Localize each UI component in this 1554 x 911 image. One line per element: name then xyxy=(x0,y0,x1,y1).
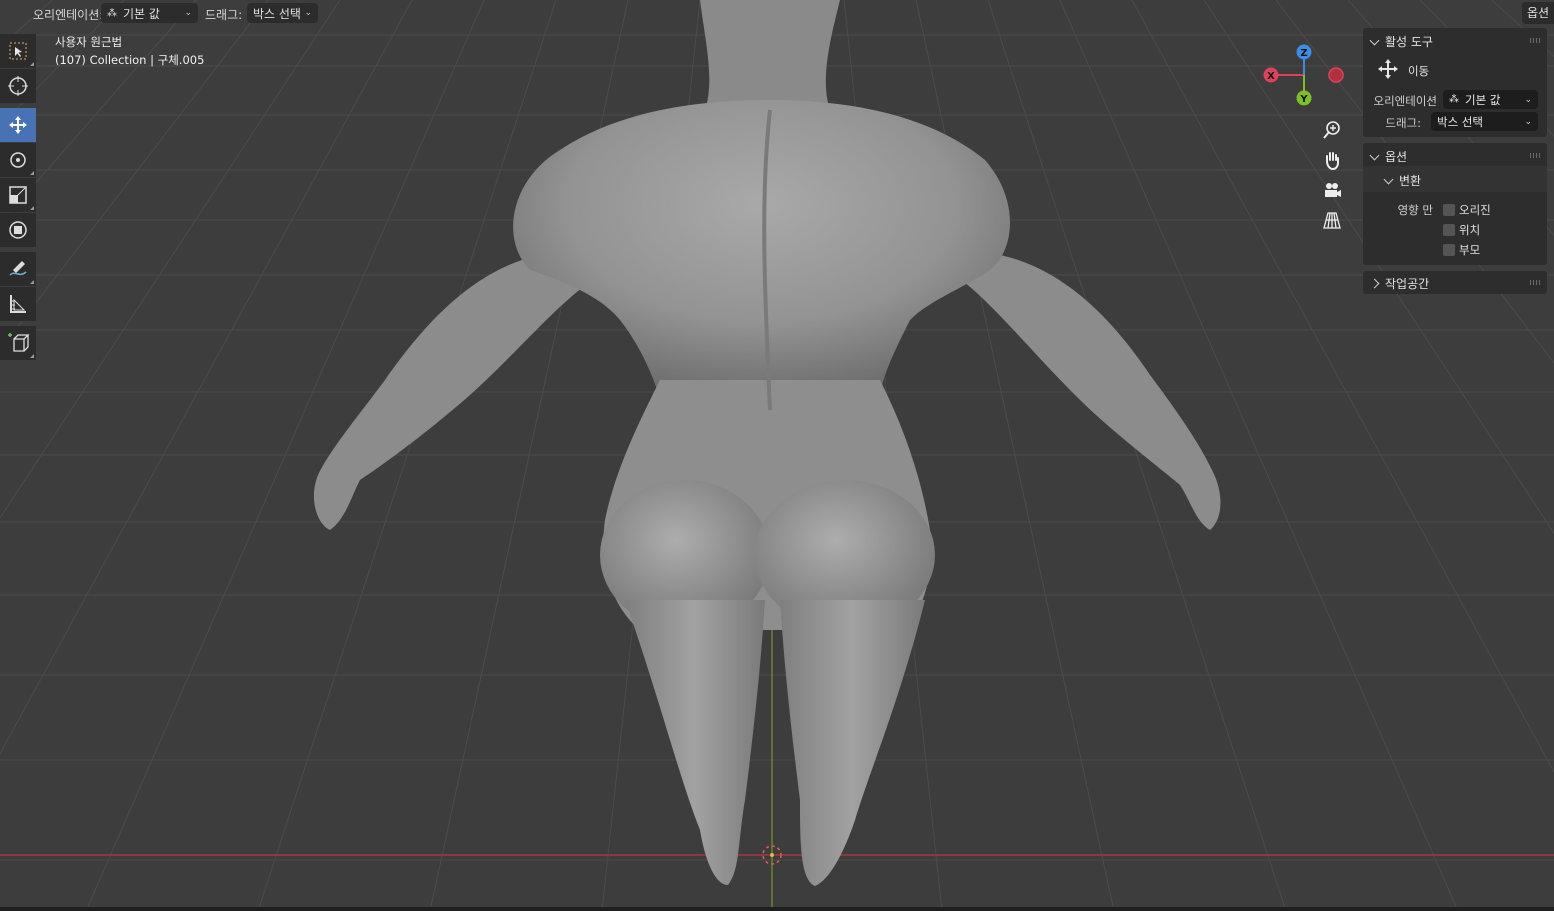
cursor-tool[interactable] xyxy=(0,69,36,103)
cursor-icon xyxy=(8,76,28,96)
chevron-down-icon: ⌄ xyxy=(184,8,192,18)
gizmo-z-label: Z xyxy=(1300,48,1307,59)
panel-drag-dropdown[interactable]: 박스 선택 ⌄ xyxy=(1431,112,1538,131)
location-checkbox-label: 위치 xyxy=(1459,223,1481,237)
zoom-button[interactable] xyxy=(1318,116,1346,144)
parent-checkbox-label: 부모 xyxy=(1459,243,1481,257)
options-panel: 옵션 변환 영향 만 오리진 위치 부모 xyxy=(1363,143,1547,265)
chevron-down-icon xyxy=(1383,174,1394,185)
transform-title: 변환 xyxy=(1399,174,1422,188)
scale-icon xyxy=(9,186,27,204)
options-title: 옵션 xyxy=(1385,150,1408,164)
gizmo-x-label: X xyxy=(1267,71,1275,82)
drag-label: 드래그: xyxy=(1385,116,1421,130)
drag-label: 드래그: xyxy=(205,8,243,22)
gizmo-y-label: Y xyxy=(1299,94,1308,105)
tool-header: 오리엔테이션: ⁂ 기본 값 ⌄ 드래그: 박스 선택 ⌄ 옵션 xyxy=(0,0,1554,26)
camera-button[interactable] xyxy=(1318,176,1346,204)
chevron-right-icon xyxy=(1369,278,1380,289)
camera-icon xyxy=(1325,183,1341,197)
body-mesh xyxy=(313,0,1221,886)
select-box-tool[interactable] xyxy=(0,34,36,68)
location-checkbox[interactable] xyxy=(1443,224,1455,236)
chevron-down-icon xyxy=(1369,35,1380,46)
grid-perspective-icon xyxy=(1323,212,1341,229)
object-info: (107) Collection | 구체.005 xyxy=(55,53,205,67)
options-button[interactable]: 옵션 xyxy=(1522,2,1554,24)
drag-dropdown[interactable]: 박스 선택 ⌄ xyxy=(247,3,318,23)
chevron-down-icon: ⌄ xyxy=(1524,94,1532,105)
workspace-header: 작업공간 xyxy=(1369,275,1430,292)
orientation-label: 오리엔테이션: xyxy=(33,8,104,22)
gizmo-neg-x-axis[interactable] xyxy=(1328,67,1344,83)
annotate-tool[interactable] xyxy=(0,252,36,286)
transform-tool[interactable] xyxy=(0,213,36,247)
workspace-panel[interactable]: 작업공간 xyxy=(1363,271,1547,294)
active-tool-name: 이동 xyxy=(1408,64,1430,78)
options-header[interactable]: 옵션 xyxy=(1369,148,1408,165)
select-box-icon xyxy=(9,42,27,60)
chevron-down-icon: ⌄ xyxy=(304,8,312,18)
origin-checkbox[interactable] xyxy=(1443,204,1455,216)
chevron-down-icon: ⌄ xyxy=(1524,116,1532,127)
pan-button[interactable] xyxy=(1318,146,1346,174)
hand-pan-icon xyxy=(1326,152,1339,170)
annotate-pencil-icon xyxy=(9,261,27,276)
navigation-gizmo[interactable]: Z X Y xyxy=(1260,42,1350,112)
workspace-title: 작업공간 xyxy=(1385,277,1430,291)
zoom-icon xyxy=(1323,121,1340,139)
scale-tool[interactable] xyxy=(0,178,36,212)
transform-icon xyxy=(9,221,27,239)
orientation-icon: ⁂ xyxy=(1449,94,1459,105)
add-cube-icon xyxy=(8,333,30,352)
transform-header: 변환 xyxy=(1383,172,1422,189)
move-tool[interactable] xyxy=(0,108,36,142)
active-tool-header[interactable]: 활성 도구 xyxy=(1369,33,1433,50)
panel-orientation-value: 기본 값 xyxy=(1465,92,1501,107)
move-arrows-icon xyxy=(9,116,27,134)
active-tool-title: 활성 도구 xyxy=(1385,35,1433,49)
origin-checkbox-label: 오리진 xyxy=(1459,203,1491,217)
measure-tool[interactable] xyxy=(0,287,36,321)
orientation-value: 기본 값 xyxy=(123,6,160,21)
chevron-down-icon xyxy=(1369,150,1380,161)
transform-subpanel-header[interactable]: 변환 xyxy=(1363,166,1547,192)
rotate-tool[interactable] xyxy=(0,143,36,177)
drag-grip-icon[interactable] xyxy=(1530,280,1541,285)
measure-ruler-icon xyxy=(10,295,26,313)
drag-value: 박스 선택 xyxy=(253,6,301,21)
affect-only-label: 영향 만 xyxy=(1397,203,1433,217)
orientation-dropdown[interactable]: ⁂ 기본 값 ⌄ xyxy=(101,3,198,23)
parent-checkbox[interactable] xyxy=(1443,244,1455,256)
add-cube-tool[interactable] xyxy=(0,326,36,360)
status-strip xyxy=(0,907,1554,911)
rotate-icon xyxy=(10,152,26,168)
orientation-label: 오리엔테이션 xyxy=(1373,94,1437,108)
drag-grip-icon[interactable] xyxy=(1530,38,1541,43)
view-name: 사용자 원근법 xyxy=(55,35,123,49)
panel-drag-value: 박스 선택 xyxy=(1437,114,1483,129)
active-tool-panel: 활성 도구 이동 오리엔테이션 ⁂ 기본 값 ⌄ 드래그: 박스 선택 ⌄ xyxy=(1363,28,1547,137)
orientation-icon: ⁂ xyxy=(107,7,117,19)
drag-grip-icon[interactable] xyxy=(1530,153,1541,158)
panel-orientation-dropdown[interactable]: ⁂ 기본 값 ⌄ xyxy=(1443,90,1538,109)
perspective-button[interactable] xyxy=(1318,206,1346,234)
move-arrows-icon xyxy=(1378,59,1398,79)
